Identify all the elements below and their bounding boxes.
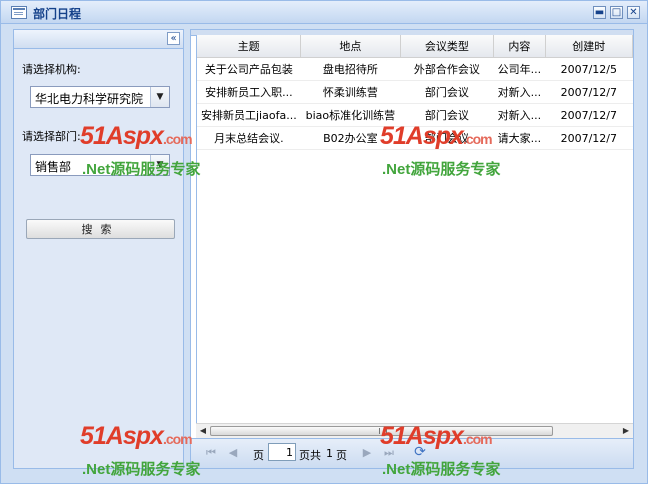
cell-content: 请大家... (493, 126, 546, 150)
department-schedule-window: 部门日程 ▬ □ ✕ « 请选择机构: 华北电力科学研究院 ▼ 请选择部门: 销… (0, 0, 648, 484)
scroll-right-icon[interactable]: ▶ (620, 425, 632, 437)
cell-subject: 安排新员工入职... (197, 80, 301, 104)
schedule-grid-panel: 主题 地点 会议类型 内容 创建时 关于公司产品包装 盘电招待所 外部合作会议 … (190, 29, 634, 469)
dept-select[interactable]: 销售部 ▼ (30, 154, 170, 176)
cell-location: 怀柔训练营 (300, 80, 401, 104)
minimize-button[interactable]: ▬ (593, 6, 606, 19)
dept-label: 请选择部门: (22, 130, 81, 143)
table-row[interactable]: 月末总结会议. B02办公室 部门会议 请大家... 2007/12/7 (197, 126, 633, 150)
column-header-subject[interactable]: 主题 (197, 35, 302, 58)
window-app-icon (11, 6, 27, 19)
column-header-content[interactable]: 内容 (493, 35, 546, 58)
cell-meeting-type: 部门会议 (400, 80, 494, 104)
column-header-meeting-type[interactable]: 会议类型 (400, 35, 495, 58)
column-header-created[interactable]: 创建时 (545, 35, 633, 58)
last-page-icon[interactable]: ⏭ (381, 445, 397, 461)
cell-created: 2007/12/7 (545, 80, 633, 104)
table-row[interactable]: 安排新员工jiaofa... biao标准化训练营 部门会议 对新入... 20… (197, 103, 633, 127)
maximize-button[interactable]: □ (610, 6, 623, 19)
page-label: 页 (253, 449, 264, 462)
window-title: 部门日程 (33, 7, 82, 21)
cell-subject: 月末总结会议. (197, 126, 301, 150)
first-page-icon[interactable]: ⏮ (203, 445, 219, 461)
cell-content: 公司年... (493, 57, 546, 81)
horizontal-scrollbar[interactable]: ◀ ▶ (196, 423, 633, 438)
page-total-unit: 页 (336, 449, 347, 462)
org-select[interactable]: 华北电力科学研究院 ▼ (30, 86, 170, 108)
org-label: 请选择机构: (22, 63, 81, 76)
scrollbar-thumb[interactable] (210, 426, 553, 436)
page-number-input[interactable] (268, 443, 296, 461)
schedule-table: 主题 地点 会议类型 内容 创建时 关于公司产品包装 盘电招待所 外部合作会议 … (197, 35, 633, 150)
table-row[interactable]: 安排新员工入职... 怀柔训练营 部门会议 对新入... 2007/12/7 (197, 80, 633, 104)
cell-location: 盘电招待所 (300, 57, 401, 81)
cell-subject: 关于公司产品包装 (197, 57, 301, 81)
cell-created: 2007/12/7 (545, 103, 633, 127)
cell-content: 对新入... (493, 80, 546, 104)
search-button[interactable]: 搜索 (26, 219, 175, 239)
cell-content: 对新入... (493, 103, 546, 127)
page-total-label: 页共 (299, 449, 321, 462)
close-button[interactable]: ✕ (627, 6, 640, 19)
chevron-down-icon[interactable]: ▼ (150, 155, 169, 175)
table-row[interactable]: 关于公司产品包装 盘电招待所 外部合作会议 公司年... 2007/12/5 (197, 57, 633, 81)
scroll-left-icon[interactable]: ◀ (197, 425, 209, 437)
column-header-location[interactable]: 地点 (300, 35, 401, 58)
org-select-value: 华北电力科学研究院 (35, 92, 144, 106)
cell-created: 2007/12/5 (545, 57, 633, 81)
cell-meeting-type: 外部合作会议 (400, 57, 494, 81)
refresh-icon[interactable]: ⟳ (412, 444, 428, 460)
paging-toolbar: ⏮ ◀ 页 页共 1 页 ▶ ⏭ ⟳ (191, 438, 633, 468)
title-bar: 部门日程 ▬ □ ✕ (1, 1, 647, 24)
filter-panel-header: « (14, 30, 183, 49)
page-total-value: 1 (326, 447, 333, 460)
cell-location: biao标准化训练营 (300, 103, 401, 127)
schedule-grid: 主题 地点 会议类型 内容 创建时 关于公司产品包装 盘电招待所 外部合作会议 … (196, 35, 633, 438)
cell-created: 2007/12/7 (545, 126, 633, 150)
table-header-row: 主题 地点 会议类型 内容 创建时 (197, 35, 633, 58)
previous-page-icon[interactable]: ◀ (225, 445, 241, 461)
cell-meeting-type: 部门会议 (400, 103, 494, 127)
cell-meeting-type: 部门会议 (400, 126, 494, 150)
cell-subject: 安排新员工jiaofa... (197, 103, 301, 127)
filter-panel: « 请选择机构: 华北电力科学研究院 ▼ 请选择部门: 销售部 ▼ 搜索 (13, 29, 184, 469)
next-page-icon[interactable]: ▶ (359, 445, 375, 461)
dept-select-value: 销售部 (35, 160, 72, 174)
cell-location: B02办公室 (300, 126, 401, 150)
collapse-panel-button[interactable]: « (167, 32, 180, 45)
chevron-down-icon[interactable]: ▼ (150, 87, 169, 107)
